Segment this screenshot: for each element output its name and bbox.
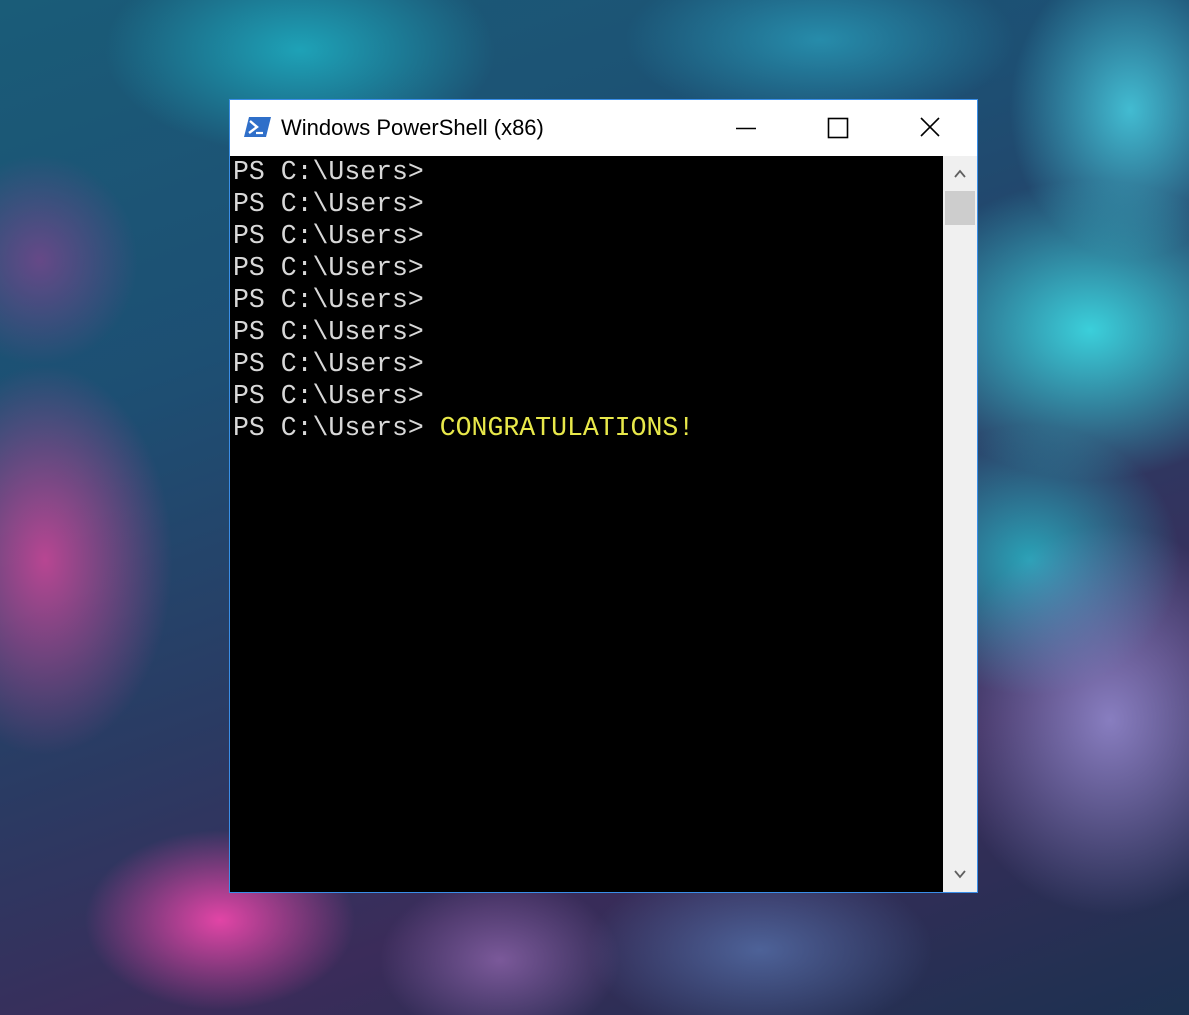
prompt: PS C:\Users> (233, 285, 424, 315)
chevron-up-icon (954, 169, 966, 178)
scroll-up-button[interactable] (943, 156, 977, 190)
console-line: PS C:\Users> (233, 188, 424, 220)
chevron-down-icon (954, 870, 966, 879)
console-line: PS C:\Users> (233, 316, 424, 348)
powershell-window[interactable]: Windows PowerShell (x86) PS C:\Users> PS… (229, 99, 978, 893)
prompt: PS C:\Users> (233, 381, 424, 411)
prompt: PS C:\Users> (233, 317, 424, 347)
prompt: PS C:\Users> (233, 413, 424, 443)
prompt: PS C:\Users> (233, 189, 424, 219)
console-output[interactable]: PS C:\Users> PS C:\Users> PS C:\Users> P… (230, 156, 943, 892)
title-bar[interactable]: Windows PowerShell (x86) (230, 100, 977, 156)
vertical-scrollbar[interactable] (943, 156, 977, 892)
prompt: PS C:\Users> (233, 253, 424, 283)
powershell-icon (244, 116, 272, 138)
maximize-button[interactable] (792, 100, 884, 156)
console-line: PS C:\Users> (233, 348, 424, 380)
window-title: Windows PowerShell (x86) (281, 115, 544, 140)
console-line: PS C:\Users> CONGRATULATIONS! (233, 412, 694, 444)
console-line: PS C:\Users> (233, 380, 424, 412)
close-icon (920, 117, 940, 137)
minimize-button[interactable] (700, 100, 792, 156)
scroll-down-button[interactable] (943, 858, 977, 892)
scrollbar-thumb[interactable] (945, 191, 975, 225)
console-line: PS C:\Users> (233, 284, 424, 316)
minimize-icon (736, 127, 756, 130)
command-output: CONGRATULATIONS! (423, 413, 695, 443)
console-line: PS C:\Users> (233, 220, 424, 252)
console-line: PS C:\Users> (233, 156, 424, 188)
prompt: PS C:\Users> (233, 349, 424, 379)
close-button[interactable] (884, 100, 976, 156)
prompt: PS C:\Users> (233, 221, 424, 251)
console-line: PS C:\Users> (233, 252, 424, 284)
prompt: PS C:\Users> (233, 157, 424, 187)
maximize-icon (827, 117, 849, 139)
